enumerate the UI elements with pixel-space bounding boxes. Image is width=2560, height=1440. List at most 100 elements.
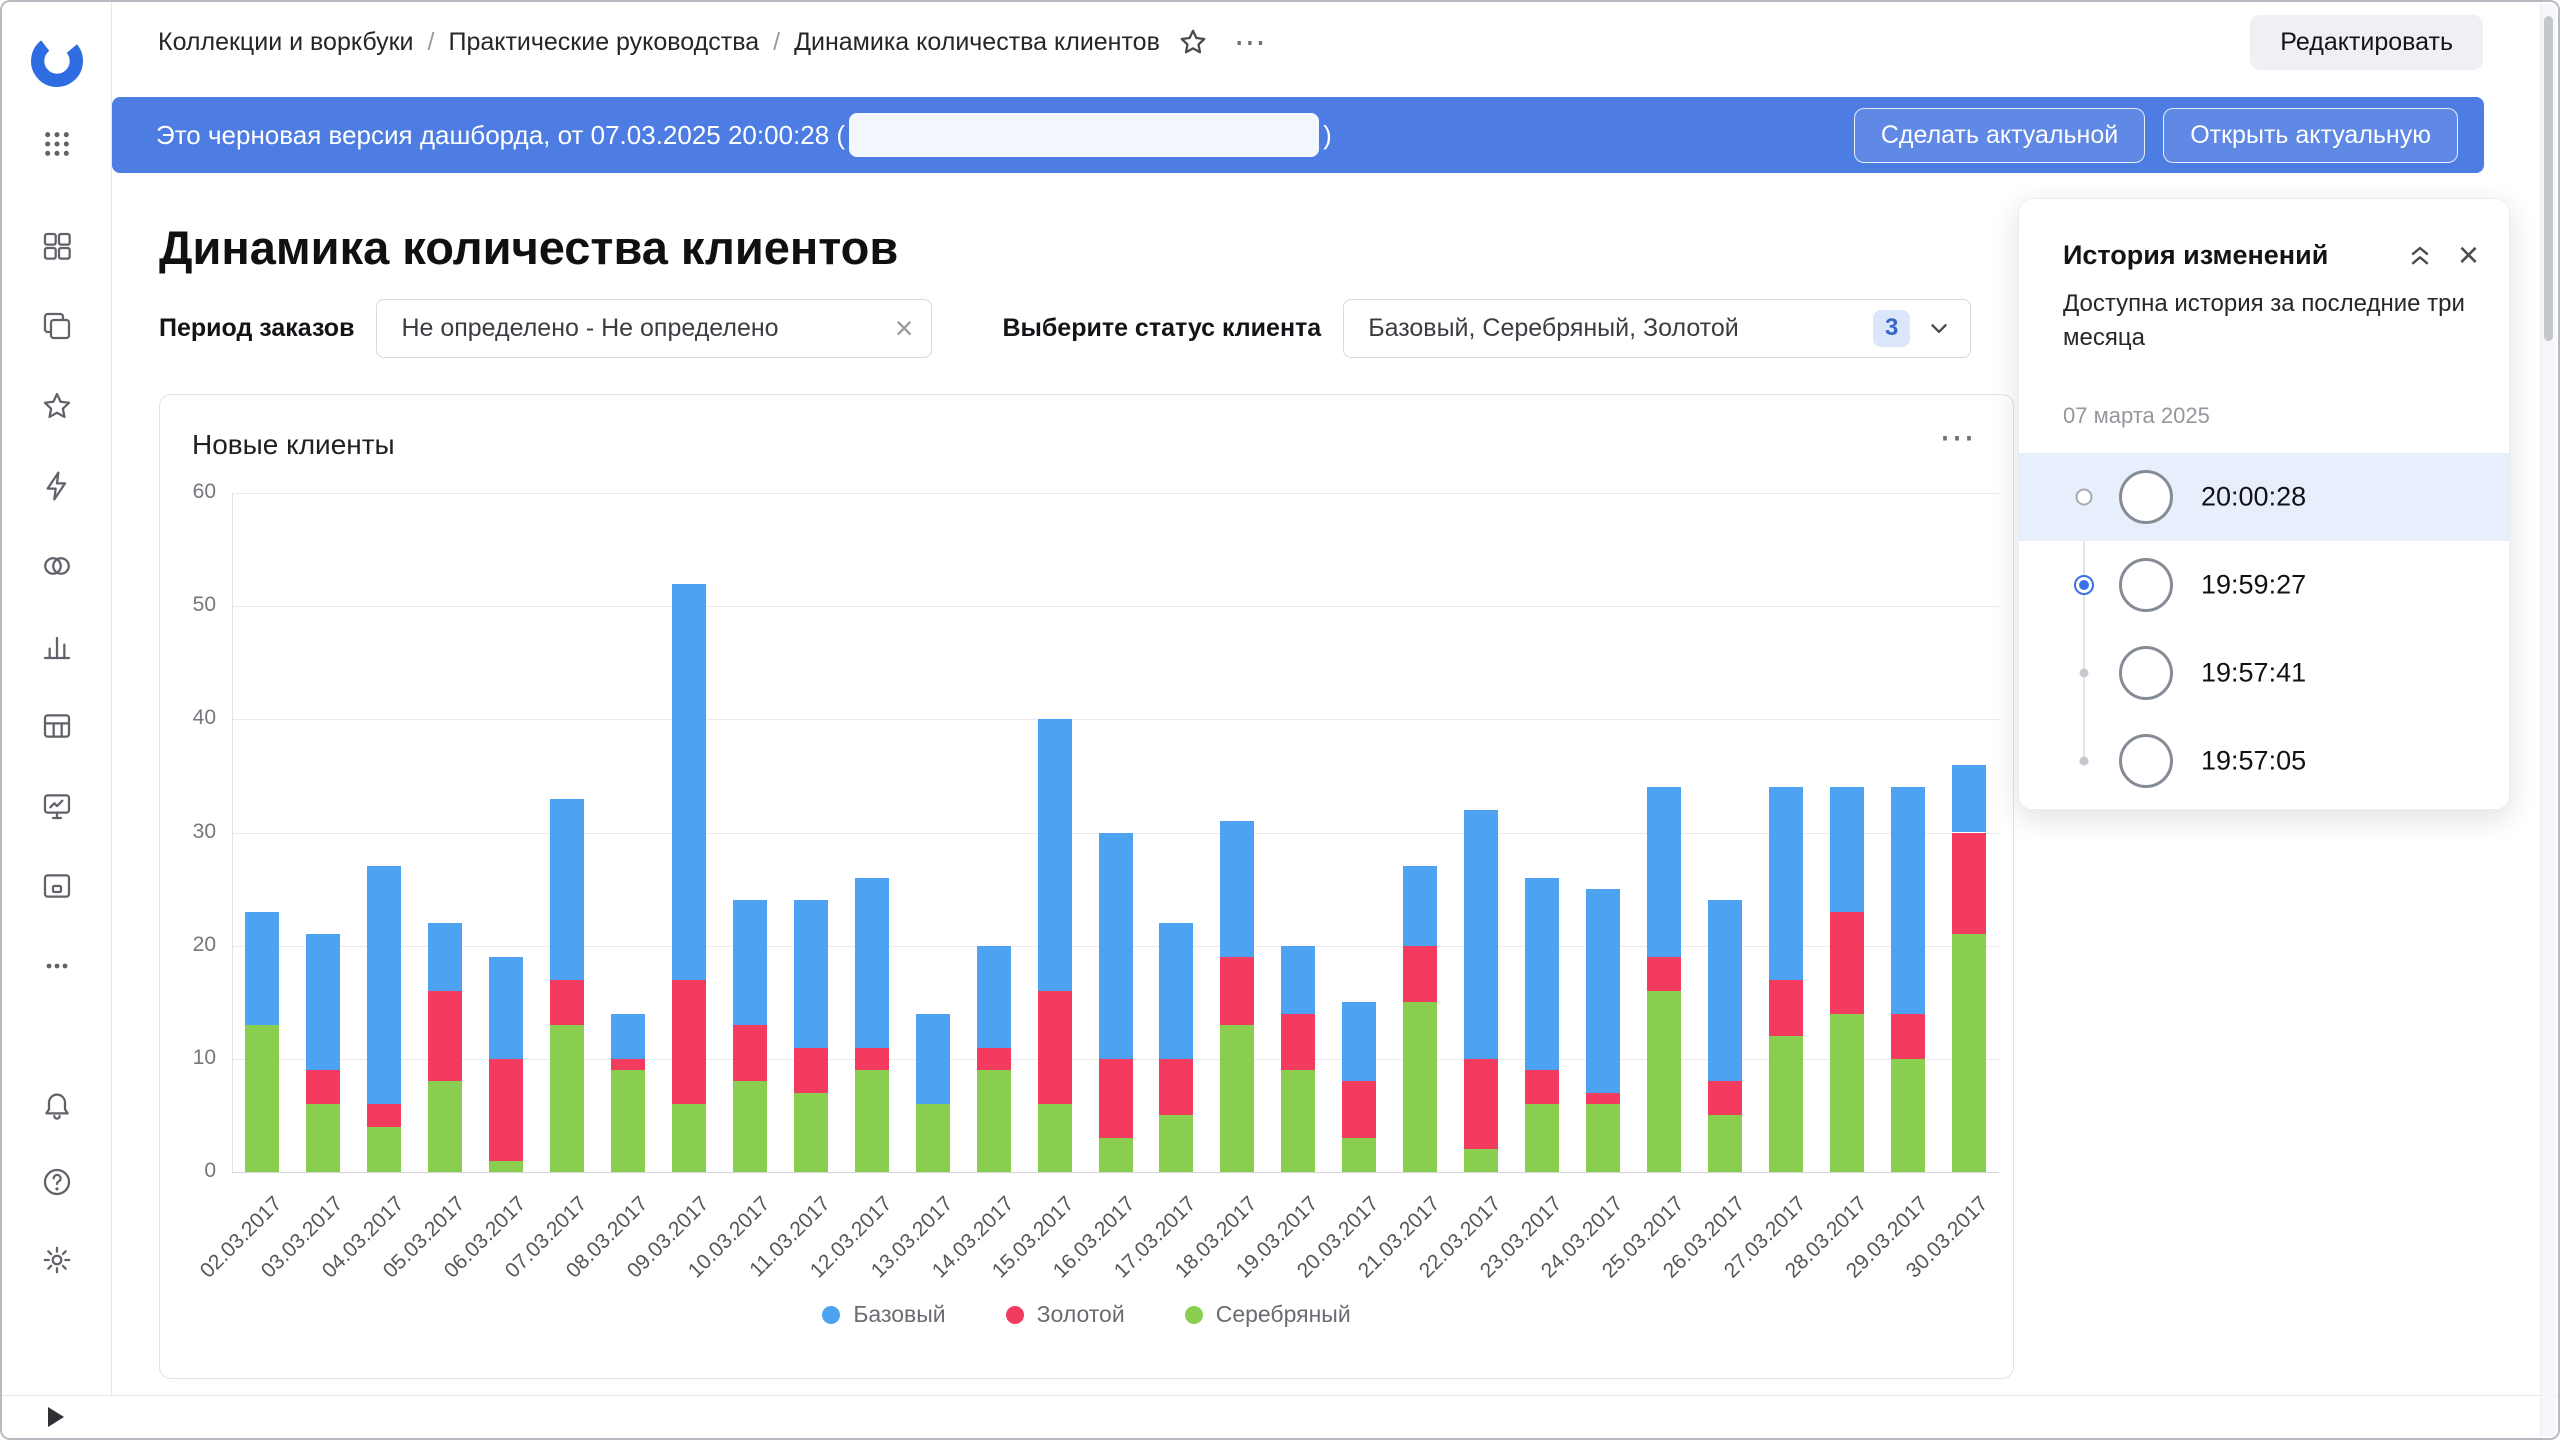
- bar-segment[interactable]: [733, 900, 767, 1024]
- bar-segment[interactable]: [1159, 923, 1193, 1059]
- bar-segment[interactable]: [489, 1161, 523, 1172]
- bar-segment[interactable]: [1952, 934, 1986, 1172]
- bar-segment[interactable]: [1220, 1025, 1254, 1172]
- bar-segment[interactable]: [794, 1093, 828, 1172]
- bar-segment[interactable]: [916, 1104, 950, 1172]
- relations-icon[interactable]: [39, 548, 75, 584]
- bar-segment[interactable]: [306, 1070, 340, 1104]
- bar-segment[interactable]: [733, 1081, 767, 1172]
- bar-segment[interactable]: [1281, 946, 1315, 1014]
- bar-segment[interactable]: [1038, 1104, 1072, 1172]
- more-icon[interactable]: [39, 948, 75, 984]
- bar-segment[interactable]: [1464, 1149, 1498, 1172]
- bar-segment[interactable]: [306, 934, 340, 1070]
- bar-segment[interactable]: [733, 1025, 767, 1082]
- bar-segment[interactable]: [245, 1025, 279, 1172]
- bar-segment[interactable]: [1708, 1081, 1742, 1115]
- scrollbar-thumb[interactable]: [2544, 16, 2553, 341]
- more-actions-icon[interactable]: ⋯: [1234, 26, 1269, 58]
- history-item[interactable]: 19:57:05: [2019, 717, 2509, 805]
- bar-segment[interactable]: [1220, 957, 1254, 1025]
- radio-dot-icon[interactable]: [2080, 757, 2089, 766]
- bar-segment[interactable]: [1099, 1059, 1133, 1138]
- bar-segment[interactable]: [672, 584, 706, 980]
- bar-segment[interactable]: [1891, 787, 1925, 1013]
- bar-segment[interactable]: [1159, 1115, 1193, 1172]
- bar-segment[interactable]: [1464, 810, 1498, 1059]
- bar-segment[interactable]: [1586, 1104, 1620, 1172]
- bar-segment[interactable]: [1830, 1014, 1864, 1172]
- bar-segment[interactable]: [977, 1070, 1011, 1172]
- bar-segment[interactable]: [672, 980, 706, 1104]
- functions-icon[interactable]: [39, 468, 75, 504]
- legend-item[interactable]: Серебряный: [1185, 1301, 1351, 1328]
- expand-play-icon[interactable]: [48, 1407, 64, 1427]
- bar-segment[interactable]: [1159, 1059, 1193, 1116]
- bar-segment[interactable]: [977, 1048, 1011, 1071]
- radio-selected-icon[interactable]: [2074, 575, 2094, 595]
- bar-segment[interactable]: [550, 980, 584, 1025]
- bar-segment[interactable]: [1342, 1138, 1376, 1172]
- bar-segment[interactable]: [1708, 1115, 1742, 1172]
- bar-segment[interactable]: [1403, 866, 1437, 945]
- bar-segment[interactable]: [1830, 912, 1864, 1014]
- bar-segment[interactable]: [428, 923, 462, 991]
- favorites-icon[interactable]: [39, 388, 75, 424]
- bar-segment[interactable]: [1647, 991, 1681, 1172]
- bar-segment[interactable]: [1099, 1138, 1133, 1172]
- bar-segment[interactable]: [428, 1081, 462, 1172]
- charts-icon[interactable]: [39, 628, 75, 664]
- bar-segment[interactable]: [1830, 787, 1864, 911]
- bar-segment[interactable]: [1281, 1070, 1315, 1172]
- bar-segment[interactable]: [367, 1127, 401, 1172]
- breadcrumb-item-current[interactable]: Динамика количества клиентов: [794, 28, 1160, 57]
- clear-icon[interactable]: ×: [881, 312, 914, 344]
- bar-segment[interactable]: [306, 1104, 340, 1172]
- bar-segment[interactable]: [1647, 787, 1681, 957]
- chevron-down-icon[interactable]: [1926, 315, 1952, 341]
- bar-segment[interactable]: [1952, 833, 1986, 935]
- favorite-star-icon[interactable]: [1178, 27, 1208, 57]
- collapse-icon[interactable]: [2406, 241, 2434, 269]
- history-item[interactable]: 20:00:28: [2019, 453, 2509, 541]
- bar-segment[interactable]: [1769, 1036, 1803, 1172]
- bar-segment[interactable]: [550, 1025, 584, 1172]
- bar-segment[interactable]: [489, 957, 523, 1059]
- bar-segment[interactable]: [1342, 1081, 1376, 1138]
- breadcrumb-item[interactable]: Практические руководства: [448, 28, 759, 57]
- bar-segment[interactable]: [1038, 991, 1072, 1104]
- help-icon[interactable]: [39, 1164, 75, 1200]
- close-icon[interactable]: ×: [2458, 237, 2479, 273]
- history-item[interactable]: 19:57:41: [2019, 629, 2509, 717]
- edit-button[interactable]: Редактировать: [2250, 15, 2483, 70]
- bar-segment[interactable]: [489, 1059, 523, 1161]
- dashboards-icon[interactable]: [39, 228, 75, 264]
- settings-gear-icon[interactable]: [39, 1242, 75, 1278]
- period-filter-input[interactable]: Не определено - Не определено ×: [376, 299, 932, 358]
- bar-segment[interactable]: [1220, 821, 1254, 957]
- status-filter-select[interactable]: Базовый, Серебряный, Золотой 3: [1343, 299, 1971, 358]
- datalens-logo-icon[interactable]: [28, 32, 86, 90]
- bar-segment[interactable]: [1891, 1014, 1925, 1059]
- bar-segment[interactable]: [428, 991, 462, 1082]
- apps-grid-icon[interactable]: [39, 126, 75, 162]
- monitoring-icon[interactable]: [39, 788, 75, 824]
- bar-segment[interactable]: [855, 1048, 889, 1071]
- bar-segment[interactable]: [977, 946, 1011, 1048]
- bar-segment[interactable]: [1769, 787, 1803, 979]
- bar-segment[interactable]: [1403, 946, 1437, 1003]
- bar-segment[interactable]: [1708, 900, 1742, 1081]
- bar-segment[interactable]: [855, 878, 889, 1048]
- workbooks-icon[interactable]: [39, 308, 75, 344]
- legend-item[interactable]: Золотой: [1006, 1301, 1125, 1328]
- bar-segment[interactable]: [611, 1059, 645, 1070]
- bar-segment[interactable]: [1525, 1070, 1559, 1104]
- history-item[interactable]: 19:59:27: [2019, 541, 2509, 629]
- make-actual-button[interactable]: Сделать актуальной: [1854, 108, 2145, 163]
- bar-segment[interactable]: [1403, 1002, 1437, 1172]
- bar-segment[interactable]: [367, 866, 401, 1104]
- scrollbar-track[interactable]: [2540, 4, 2556, 1436]
- bar-segment[interactable]: [611, 1070, 645, 1172]
- bar-segment[interactable]: [1038, 719, 1072, 991]
- datasets-icon[interactable]: [39, 708, 75, 744]
